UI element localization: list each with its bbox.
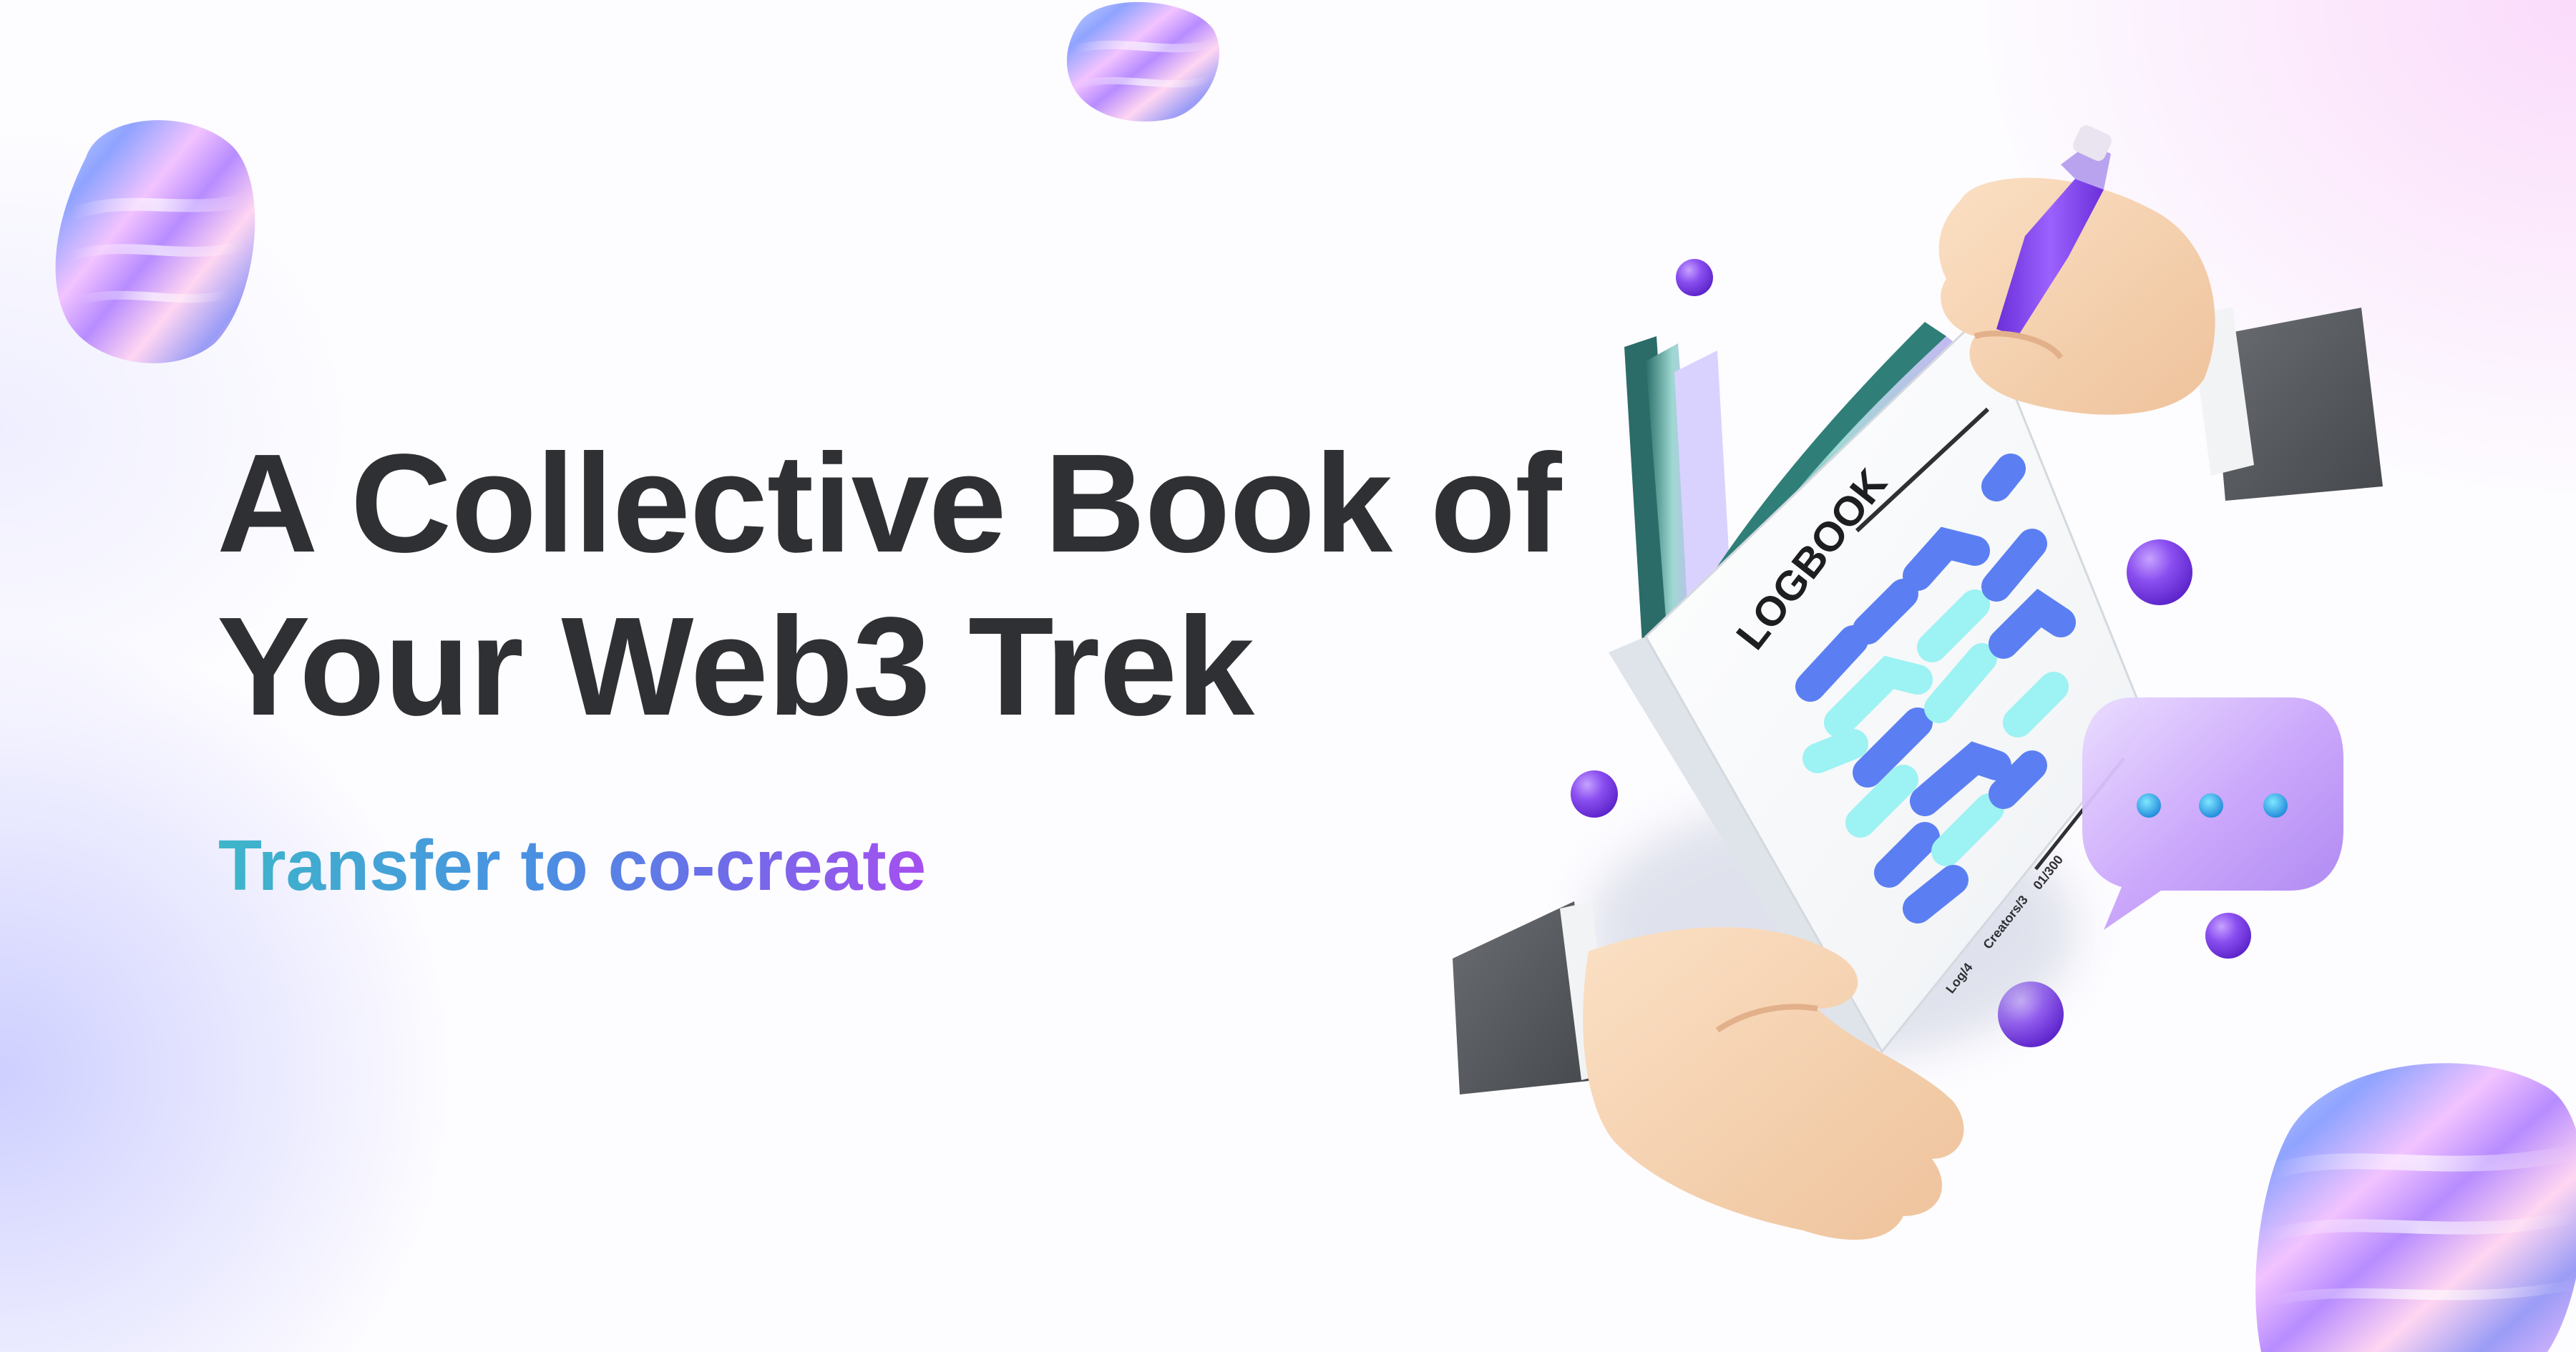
sphere-small-left (1571, 770, 1618, 818)
blob-bottom-right (2255, 1063, 2576, 1352)
illustration: LOGBOOK Log/4 Creators/3 01/300 (55, 1, 2576, 1352)
sphere-medium-right (2127, 539, 2192, 605)
sphere-small-bottom-right (2205, 913, 2251, 959)
blob-top-center (1066, 1, 1219, 122)
chat-bubble-icon (2082, 697, 2343, 930)
sphere-small-top (1676, 259, 1713, 296)
blob-top-left (55, 119, 255, 363)
